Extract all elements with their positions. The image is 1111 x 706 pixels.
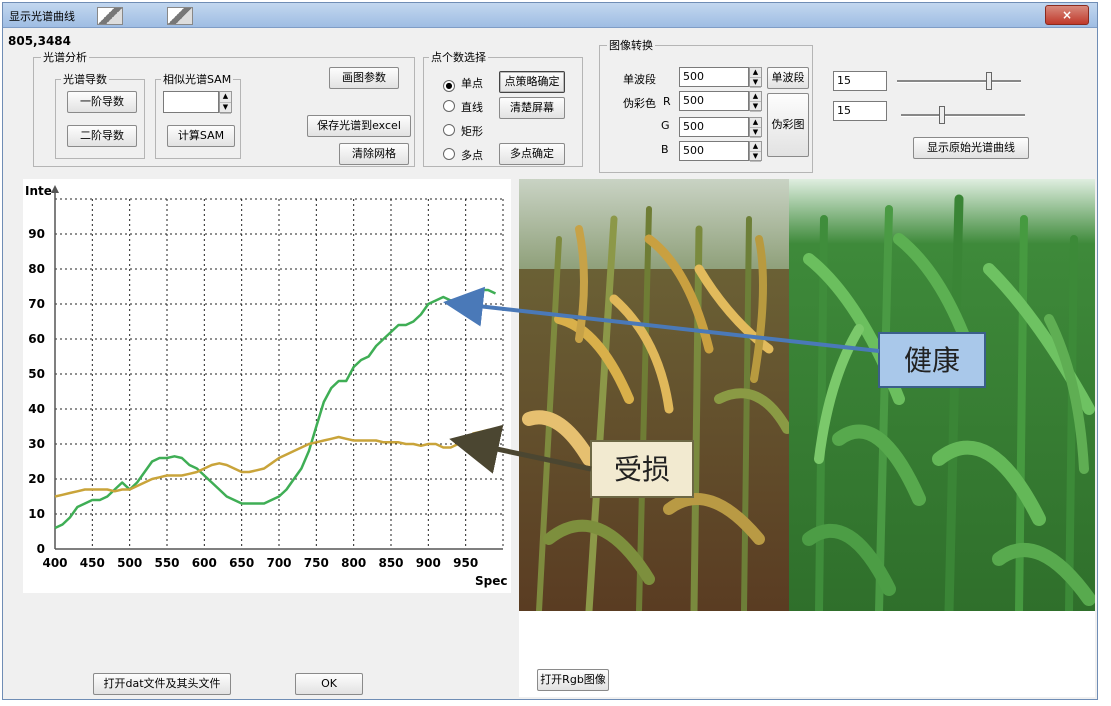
- g-label: G: [661, 119, 670, 132]
- x-tick-label: 500: [117, 556, 142, 570]
- point-select-label: 点个数选择: [429, 49, 488, 65]
- image-icon[interactable]: [97, 7, 123, 25]
- x-tick-label: 550: [154, 556, 179, 570]
- x-tick-label: 850: [378, 556, 403, 570]
- chart-axes: [51, 185, 503, 550]
- open-dat-file-button[interactable]: 打开dat文件及其头文件: [93, 673, 231, 695]
- cursor-coordinates: 805,3484: [8, 34, 72, 48]
- r-input[interactable]: 500: [679, 91, 749, 111]
- title-bar[interactable]: 显示光谱曲线 ×: [3, 3, 1097, 28]
- radio-multi-point[interactable]: 多点: [443, 147, 483, 163]
- sam-spinner[interactable]: ▲ ▼: [219, 91, 232, 114]
- plot-params-button[interactable]: 画图参数: [329, 67, 399, 89]
- x-tick-label: 600: [192, 556, 217, 570]
- chart-tick-labels: 400 450 500 550 600 650 700 750 800 850 900 950 0 10 2…: [28, 227, 478, 570]
- image-icon[interactable]: [167, 7, 193, 25]
- clear-grid-button[interactable]: 清除网格: [339, 143, 409, 165]
- rgb-image: 健康 受损: [519, 179, 1095, 611]
- damaged-label: 受损: [614, 453, 670, 486]
- ok-button[interactable]: OK: [295, 673, 363, 695]
- single-band-spinner[interactable]: ▲ ▼: [749, 67, 762, 88]
- x-tick-label: 400: [42, 556, 67, 570]
- multi-point-confirm-button[interactable]: 多点确定: [499, 143, 565, 165]
- b-input[interactable]: 500: [679, 141, 749, 161]
- g-spinner[interactable]: ▲ ▼: [749, 117, 762, 138]
- show-original-spectrum-button[interactable]: 显示原始光谱曲线: [913, 137, 1029, 159]
- y-tick-label: 0: [37, 542, 45, 556]
- y-axis-arrow-icon: [51, 185, 59, 193]
- healthy-label: 健康: [904, 344, 960, 377]
- sam-label: 相似光谱SAM: [161, 71, 234, 87]
- y-tick-label: 60: [28, 332, 45, 346]
- damaged-spectrum-line: [54, 428, 496, 498]
- pseudo-color-label: 伪彩色: [623, 97, 656, 110]
- y-tick-label: 10: [28, 507, 45, 521]
- radio-rectangle[interactable]: 矩形: [443, 123, 483, 139]
- slider2-thumb[interactable]: [938, 106, 945, 124]
- g-input[interactable]: 500: [679, 117, 749, 137]
- y-tick-label: 50: [28, 367, 45, 381]
- single-band-input[interactable]: 500: [679, 67, 749, 87]
- single-band-label: 单波段: [623, 73, 656, 86]
- healthy-label-box: 健康: [878, 332, 986, 388]
- app-window: 显示光谱曲线 × 805,3484 光谱分析 光谱导数 一阶导数 二阶导数 相似…: [2, 2, 1098, 700]
- slider1-thumb[interactable]: [985, 72, 992, 90]
- slider1-track[interactable]: [897, 80, 1021, 83]
- b-spinner[interactable]: ▲ ▼: [749, 141, 762, 162]
- spectral-analysis-label: 光谱分析: [41, 49, 89, 65]
- window-title: 显示光谱曲线: [9, 10, 75, 23]
- y-tick-label: 70: [28, 297, 45, 311]
- y-tick-label: 30: [28, 437, 45, 451]
- b-label: B: [661, 143, 669, 156]
- x-tick-label: 800: [341, 556, 366, 570]
- x-tick-label: 700: [266, 556, 291, 570]
- x-axis-label: Spec: [475, 574, 507, 588]
- sam-value-input[interactable]: [163, 91, 219, 113]
- r-spinner[interactable]: ▲ ▼: [749, 91, 762, 112]
- radio-line[interactable]: 直线: [443, 99, 483, 115]
- image-convert-label: 图像转换: [607, 37, 655, 53]
- y-axis-label: Inte: [25, 184, 52, 198]
- open-rgb-image-button[interactable]: 打开Rgb图像: [537, 669, 609, 691]
- y-tick-label: 20: [28, 472, 45, 486]
- save-excel-button[interactable]: 保存光谱到excel: [307, 115, 411, 137]
- r-label: R: [663, 95, 671, 108]
- radio-icon: [443, 100, 455, 112]
- single-band-button[interactable]: 单波段: [767, 67, 809, 89]
- compute-sam-button[interactable]: 计算SAM: [167, 125, 235, 147]
- clear-screen-button[interactable]: 清楚屏幕: [499, 97, 565, 119]
- radio-icon: [443, 124, 455, 136]
- x-tick-label: 650: [229, 556, 254, 570]
- radio-icon: [443, 148, 455, 160]
- radio-selected-icon: ●: [443, 80, 455, 92]
- first-derivative-button[interactable]: 一阶导数: [67, 91, 137, 113]
- y-tick-label: 80: [28, 262, 45, 276]
- slider2-value-input[interactable]: 15: [833, 101, 887, 121]
- y-tick-label: 40: [28, 402, 45, 416]
- spectrum-chart[interactable]: 400 450 500 550 600 650 700 750 800 850 900 950 0 10 2…: [23, 179, 511, 593]
- close-button[interactable]: ×: [1045, 5, 1089, 25]
- damaged-label-box: 受损: [590, 440, 694, 498]
- derivative-label: 光谱导数: [61, 71, 109, 87]
- slider2-track[interactable]: [901, 114, 1025, 117]
- x-tick-label: 950: [453, 556, 478, 570]
- y-tick-label: 90: [28, 227, 45, 241]
- confirm-points-button[interactable]: 点策略确定: [499, 71, 565, 93]
- pseudo-color-button[interactable]: 伪彩图: [767, 93, 809, 157]
- x-tick-label: 450: [80, 556, 105, 570]
- x-tick-label: 750: [304, 556, 329, 570]
- second-derivative-button[interactable]: 二阶导数: [67, 125, 137, 147]
- slider1-value-input[interactable]: 15: [833, 71, 887, 91]
- radio-single-point[interactable]: ● 单点: [443, 75, 483, 92]
- x-tick-label: 900: [416, 556, 441, 570]
